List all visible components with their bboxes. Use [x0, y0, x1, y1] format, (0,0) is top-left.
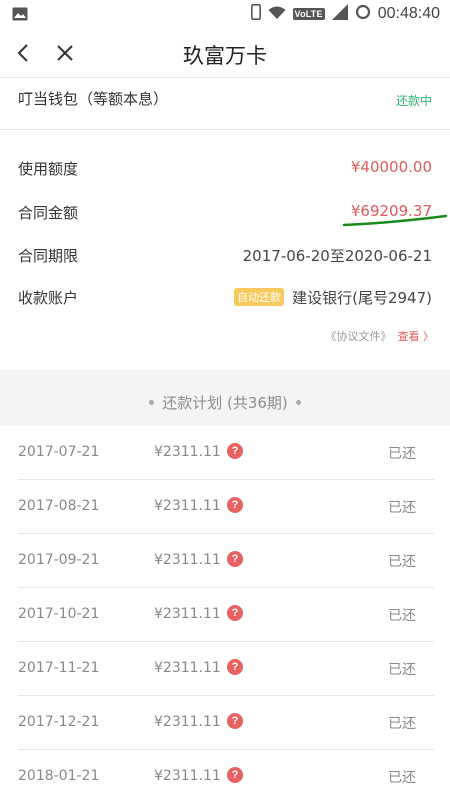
detail-label: 合同金额	[18, 204, 79, 222]
status-time: 00:48:40	[377, 5, 440, 22]
plan-title: 还款计划 (共36期)	[162, 394, 288, 412]
question-icon[interactable]: ?	[227, 713, 243, 729]
handwritten-underline	[342, 214, 448, 227]
row-amount: ¥2311.11	[154, 660, 221, 676]
close-icon	[57, 45, 73, 61]
row-status: 已还	[388, 770, 416, 786]
question-icon[interactable]: ?	[227, 497, 243, 513]
bullet-dot	[295, 400, 301, 405]
table-row: 2017-07-21 ¥2311.11 ? 已还	[18, 426, 434, 480]
row-status: 已还	[388, 608, 416, 624]
title-bar: 玖富万卡	[0, 28, 450, 78]
row-status: 已还	[388, 554, 416, 570]
receiving-account: 自动还款 建设银行(尾号2947)	[234, 287, 432, 308]
status-badge: 还款中	[395, 94, 432, 108]
row-date: 2017-09-21	[18, 552, 100, 568]
question-icon[interactable]: ?	[227, 551, 243, 567]
row-amount: ¥2311.11	[154, 498, 221, 514]
detail-row-account: 收款账户 自动还款 建设银行(尾号2947)	[0, 277, 450, 317]
row-amount: ¥2311.11	[154, 444, 221, 460]
signal-icon	[331, 4, 348, 24]
view-agreement-link[interactable]: 查看 〉	[398, 330, 435, 343]
row-status: 已还	[388, 446, 416, 462]
row-date: 2017-11-21	[18, 660, 100, 676]
chevron-left-icon	[17, 44, 28, 62]
table-row: 2017-11-21 ¥2311.11 ? 已还	[18, 642, 434, 696]
table-row: 2017-10-21 ¥2311.11 ? 已还	[18, 588, 434, 642]
plan-header: 还款计划 (共36期)	[0, 370, 450, 426]
row-date: 2018-01-21	[18, 768, 100, 784]
question-icon[interactable]: ?	[227, 659, 243, 675]
repayment-schedule: 2017-07-21 ¥2311.11 ? 已还 2017-08-21 ¥231…	[0, 426, 450, 800]
image-icon	[12, 6, 28, 25]
product-name: 叮当钱包（等额本息）	[18, 90, 169, 108]
row-status: 已还	[388, 662, 416, 678]
bank-account: 建设银行(尾号2947)	[292, 289, 432, 307]
row-date: 2017-08-21	[18, 498, 100, 514]
row-date: 2017-12-21	[18, 714, 100, 730]
phone-icon	[250, 4, 261, 24]
row-date: 2017-07-21	[18, 444, 100, 460]
table-row: 2017-08-21 ¥2311.11 ? 已还	[18, 480, 434, 534]
bullet-dot	[149, 400, 155, 405]
contract-term: 2017-06-20至2020-06-21	[242, 247, 432, 265]
table-row: 2017-12-21 ¥2311.11 ? 已还	[18, 696, 434, 750]
question-icon[interactable]: ?	[227, 443, 243, 459]
detail-label: 使用额度	[18, 160, 79, 178]
row-status: 已还	[388, 500, 416, 516]
question-icon[interactable]: ?	[227, 605, 243, 621]
table-row: 2018-01-21 ¥2311.11 ? 已还	[18, 750, 434, 800]
row-amount: ¥2311.11	[154, 714, 221, 730]
wifi-icon	[268, 5, 286, 24]
back-button[interactable]	[8, 38, 38, 68]
detail-row-credit: 使用额度 ¥40000.00	[0, 148, 450, 188]
row-date: 2017-10-21	[18, 606, 100, 622]
row-amount: ¥2311.11	[154, 768, 221, 784]
credit-amount: ¥40000.00	[350, 158, 432, 176]
question-icon[interactable]: ?	[227, 767, 243, 783]
status-bar: VoLTE 00:48:40	[0, 0, 450, 28]
agreement-docs: 《协议文件》 查看 〉	[326, 328, 435, 344]
detail-row-term: 合同期限 2017-06-20至2020-06-21	[0, 235, 450, 275]
auto-repay-badge: 自动还款	[234, 288, 285, 306]
row-status: 已还	[388, 716, 416, 732]
detail-label: 合同期限	[18, 247, 79, 265]
agreement-label: 《协议文件》	[325, 330, 392, 343]
detail-label: 收款账户	[18, 289, 79, 307]
row-amount: ¥2311.11	[154, 552, 221, 568]
volte-badge: VoLTE	[292, 8, 325, 20]
sync-icon	[355, 4, 371, 24]
row-amount: ¥2311.11	[154, 606, 221, 622]
close-button[interactable]	[50, 38, 80, 68]
table-row: 2017-09-21 ¥2311.11 ? 已还	[18, 534, 434, 588]
product-row: 叮当钱包（等额本息） 还款中	[0, 78, 450, 130]
